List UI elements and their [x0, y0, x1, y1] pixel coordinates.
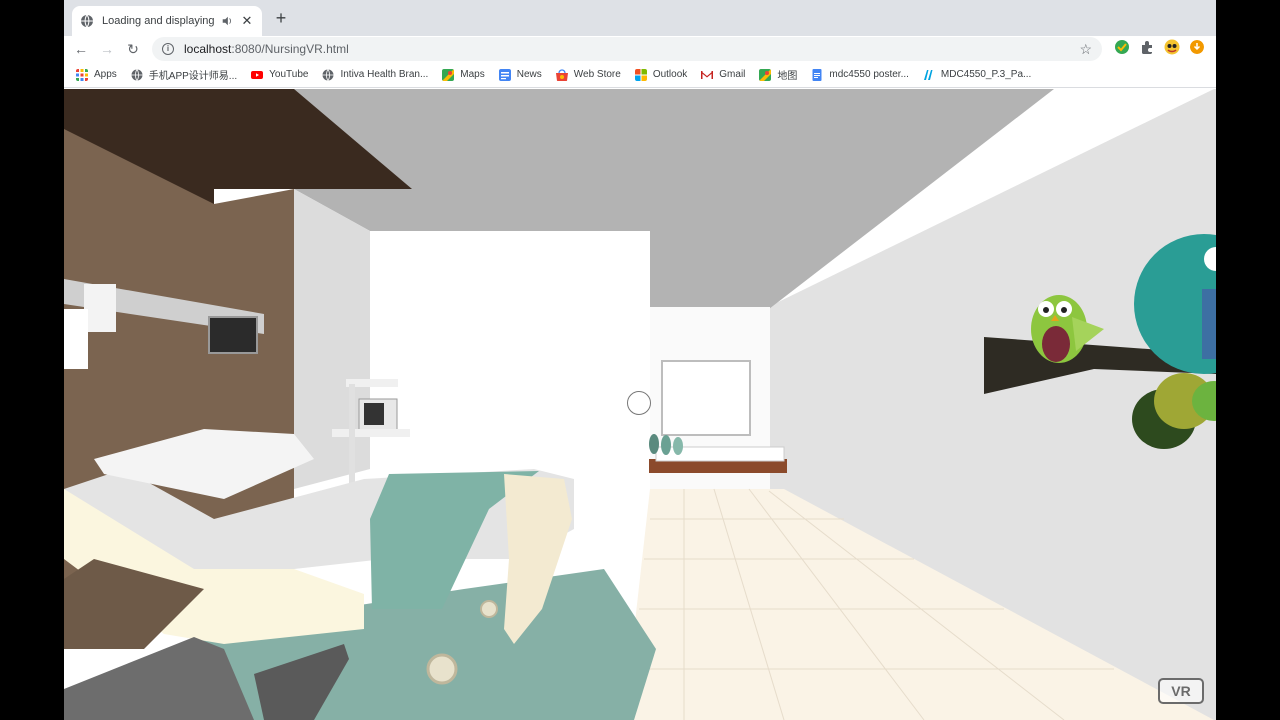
back-button[interactable]: ← [68, 41, 94, 57]
maps-icon [759, 68, 772, 81]
enter-vr-button[interactable]: VR [1158, 678, 1204, 704]
bookmark-youtube[interactable]: YouTube [251, 69, 308, 81]
bookmark-star-icon[interactable]: ☆ [1079, 41, 1092, 58]
bookmark-label: Maps [460, 69, 485, 80]
toolbar: ← → ↻ i localhost:8080/NursingVR.html ☆ [64, 36, 1216, 62]
url-path: :8080/NursingVR.html [231, 42, 349, 56]
extensions-puzzle-icon[interactable] [1139, 39, 1155, 55]
maps-icon [442, 68, 455, 81]
docs-icon [812, 68, 822, 81]
bookmark-apps[interactable]: Apps [76, 68, 117, 81]
wall-monitor [208, 316, 258, 354]
bookmark-gmail[interactable]: Gmail [701, 69, 745, 81]
bookmark-label: News [516, 69, 542, 80]
left-wall-light [294, 189, 370, 489]
bookmark-label: 地图 [777, 71, 798, 82]
globe-icon [81, 14, 93, 28]
bookmark-label: MDC4550_P.3_Pa... [940, 69, 1032, 80]
globe-icon [322, 68, 334, 81]
new-tab-button[interactable]: + [272, 9, 290, 27]
reload-button[interactable]: ↻ [120, 41, 146, 58]
bookmark-maps[interactable]: Maps [442, 68, 485, 81]
outlook-icon [634, 68, 647, 81]
bookmark-webstore[interactable]: Web Store [555, 68, 621, 81]
bed-wheel [426, 653, 458, 685]
address-bar[interactable]: i localhost:8080/NursingVR.html ☆ [152, 37, 1102, 61]
far-pillow [673, 437, 683, 455]
apps-grid-icon [76, 68, 88, 81]
far-pillow [661, 435, 671, 455]
bookmark-news[interactable]: News [498, 68, 542, 81]
update-icon[interactable] [1190, 40, 1204, 54]
bookmark-maps-cn[interactable]: 地图 [759, 67, 797, 82]
bookmark-label: Outlook [652, 69, 688, 80]
bookmarks-bar: Apps 手机APP设计师易... YouTube Intiva Health … [64, 62, 1216, 88]
file-icon [923, 69, 933, 80]
url-host: localhost [184, 42, 232, 56]
bookmark-label: Apps [94, 69, 117, 80]
monitor-stand-shelf [332, 429, 410, 437]
iv-bag [84, 284, 116, 332]
far-wall-frame [661, 360, 751, 436]
tab-title: Loading and displaying 3D [102, 15, 218, 27]
gaze-reticle [627, 391, 651, 415]
news-icon [498, 68, 511, 81]
bookmark-label: 手机APP设计师易... [148, 71, 238, 82]
bookmark-label: mdc4550 poster... [829, 69, 909, 80]
tab-close-icon[interactable]: ✕ [240, 13, 254, 29]
far-pillow [649, 434, 659, 454]
iv-bag-left [64, 309, 88, 369]
globe-icon [131, 68, 143, 81]
speaker-icon[interactable] [220, 15, 234, 27]
gmail-icon [701, 70, 714, 79]
vitals-screen [364, 403, 384, 425]
browser-window: Loading and displaying 3D ✕ + ← → ↻ i lo… [64, 0, 1216, 720]
bookmark-label: YouTube [269, 69, 309, 80]
bookmark-file[interactable]: MDC4550_P.3_Pa... [923, 69, 1031, 81]
bookmark-label: Gmail [719, 69, 746, 80]
bookmark-item[interactable]: 手机APP设计师易... [131, 67, 237, 82]
bookmark-item[interactable]: Intiva Health Bran... [322, 68, 429, 81]
info-icon[interactable]: i [162, 43, 174, 55]
webstore-icon [555, 68, 568, 81]
monitor-pole [349, 384, 355, 484]
extension-check-icon[interactable] [1114, 39, 1130, 55]
forward-button[interactable]: → [94, 41, 120, 57]
tab-active[interactable]: Loading and displaying 3D ✕ [72, 6, 262, 36]
vr-scene-canvas[interactable]: VR [64, 88, 1216, 720]
bookmark-label: Intiva Health Bran... [340, 69, 429, 80]
bookmark-outlook[interactable]: Outlook [634, 68, 688, 81]
youtube-icon [251, 70, 264, 79]
bed-wheel [480, 600, 498, 618]
profile-avatar-icon[interactable] [1164, 39, 1180, 55]
bookmark-docs[interactable]: mdc4550 poster... [811, 68, 909, 81]
bookmark-label: Web Store [573, 69, 621, 80]
tab-strip: Loading and displaying 3D ✕ + [64, 0, 1216, 36]
